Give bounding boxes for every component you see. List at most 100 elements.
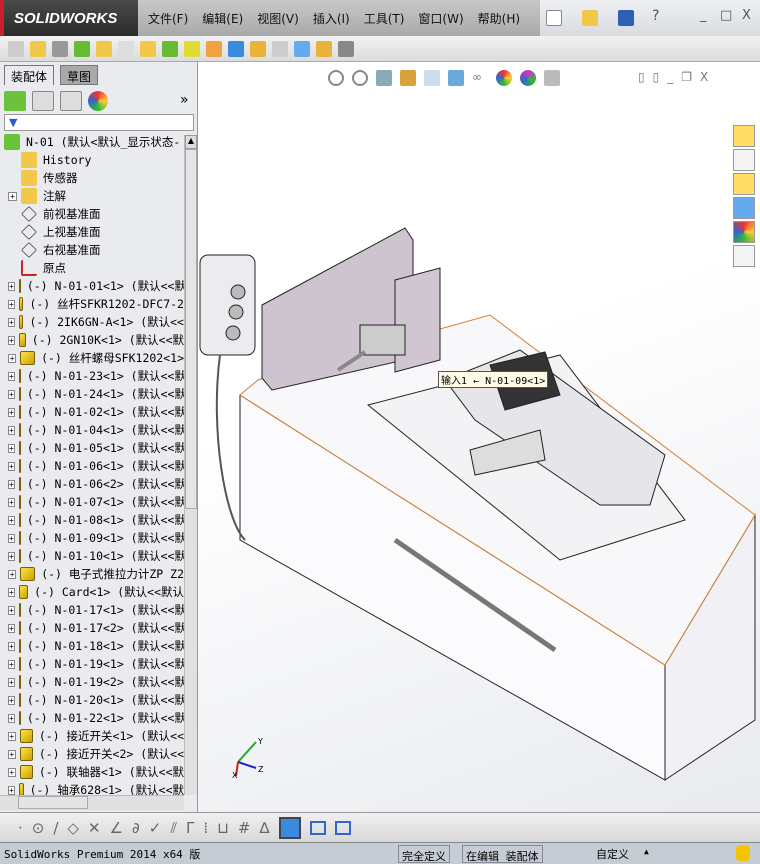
- polygon-icon[interactable]: ◇: [67, 819, 79, 837]
- trim-icon[interactable]: ✕: [88, 819, 101, 837]
- expand-icon[interactable]: +: [8, 587, 15, 597]
- units-arrow-icon[interactable]: ▲: [644, 847, 649, 856]
- tree-item[interactable]: + (-) 2IK6GN-A<1> (默认<<: [0, 313, 184, 331]
- expand-icon[interactable]: +: [8, 443, 15, 453]
- close-button[interactable]: X: [742, 8, 751, 23]
- tree-item[interactable]: + (-) N-01-05<1> (默认<<默: [0, 439, 184, 457]
- tree-item[interactable]: + (-) Card<1> (默认<<默认: [0, 583, 184, 601]
- expand-icon[interactable]: +: [8, 569, 17, 579]
- feature-manager-icon[interactable]: [4, 91, 26, 111]
- 3d-view-icon[interactable]: [278, 816, 301, 839]
- minimize-button[interactable]: _: [700, 8, 707, 23]
- expand-icon[interactable]: +: [8, 641, 15, 651]
- open-file-icon[interactable]: [582, 10, 598, 26]
- expand-icon[interactable]: +: [8, 407, 15, 417]
- toolbar-tool-icon[interactable]: [96, 40, 112, 57]
- menu-item[interactable]: 编辑(E): [202, 10, 243, 27]
- tree-item[interactable]: + (-) N-01-07<1> (默认<<默: [0, 493, 184, 511]
- dimension-icon[interactable]: ⊔: [217, 819, 229, 837]
- expand-icon[interactable]: +: [8, 749, 16, 759]
- tree-item[interactable]: + (-) 联轴器<1> (默认<<默: [0, 763, 184, 781]
- tree-item[interactable]: + (-) 丝杆螺母SFK1202<1>: [0, 349, 184, 367]
- construction-icon[interactable]: ⁞: [203, 819, 208, 837]
- tree-item[interactable]: 右视基准面: [0, 241, 184, 259]
- help-icon[interactable]: ?: [652, 8, 659, 24]
- four-view-icon[interactable]: [334, 820, 351, 835]
- tree-item[interactable]: + (-) N-01-04<1> (默认<<默: [0, 421, 184, 439]
- mirror-icon[interactable]: ✓: [149, 819, 162, 837]
- single-view-icon[interactable]: [309, 820, 326, 835]
- tree-horizontal-scrollbar[interactable]: [0, 795, 184, 810]
- tree-item[interactable]: 前视基准面: [0, 205, 184, 223]
- home-icon[interactable]: [733, 125, 755, 147]
- tree-item[interactable]: + (-) N-01-19<2> (默认<<默: [0, 673, 184, 691]
- tree-item[interactable]: 原点: [0, 259, 184, 277]
- extend-icon[interactable]: ∠: [110, 819, 123, 837]
- tree-item[interactable]: + (-) 电子式推拉力计ZP Z2: [0, 565, 184, 583]
- expand-icon[interactable]: +: [8, 389, 15, 399]
- toolbar-tool-icon[interactable]: [316, 40, 332, 57]
- tag-icon[interactable]: [736, 845, 750, 861]
- expand-icon[interactable]: +: [8, 479, 15, 489]
- tree-item[interactable]: + (-) N-01-24<1> (默认<<默: [0, 385, 184, 403]
- angle-icon[interactable]: ∆: [259, 819, 269, 837]
- menu-item[interactable]: 帮助(H): [478, 10, 520, 27]
- tree-item[interactable]: + 注解: [0, 187, 184, 205]
- save-icon[interactable]: [618, 10, 634, 26]
- tree-item[interactable]: + (-) N-01-06<1> (默认<<默: [0, 457, 184, 475]
- expand-icon[interactable]: +: [8, 695, 15, 705]
- solidworks-logo[interactable]: SOLIDWORKS: [0, 0, 138, 36]
- menu-item[interactable]: 工具(T): [364, 10, 405, 27]
- expand-icon[interactable]: +: [8, 785, 15, 795]
- toolbar-tool-icon[interactable]: [8, 40, 24, 57]
- tree-item[interactable]: + (-) N-01-17<2> (默认<<默: [0, 619, 184, 637]
- corner-icon[interactable]: Γ: [186, 819, 194, 837]
- expand-icon[interactable]: +: [8, 623, 15, 633]
- tree-item[interactable]: + (-) 轴承628<1> (默认<<默: [0, 781, 184, 795]
- menu-item[interactable]: 窗口(W): [418, 10, 463, 27]
- toolbar-tool-icon[interactable]: [272, 40, 288, 57]
- tree-item[interactable]: + (-) N-01-08<1> (默认<<默: [0, 511, 184, 529]
- expand-icon[interactable]: +: [8, 659, 15, 669]
- tree-item[interactable]: + (-) N-01-20<1> (默认<<默: [0, 691, 184, 709]
- expand-icon[interactable]: +: [8, 497, 15, 507]
- tree-item[interactable]: + (-) N-01-10<1> (默认<<默: [0, 547, 184, 565]
- toolbar-tool-icon[interactable]: [206, 40, 222, 57]
- tree-item[interactable]: + (-) N-01-19<1> (默认<<默: [0, 655, 184, 673]
- tree-item[interactable]: + (-) N-01-18<1> (默认<<默: [0, 637, 184, 655]
- tree-item[interactable]: + (-) N-01-23<1> (默认<<默: [0, 367, 184, 385]
- offset-icon[interactable]: ∂: [132, 819, 140, 837]
- parallel-icon[interactable]: ⫽: [170, 819, 177, 837]
- toolbar-tool-icon[interactable]: [74, 40, 90, 57]
- tree-item[interactable]: 上视基准面: [0, 223, 184, 241]
- design-library-icon[interactable]: [733, 149, 755, 171]
- expand-panel-button[interactable]: »: [180, 92, 189, 108]
- graphics-viewport[interactable]: ∞ ▯ ▯ _ ❐ X 输入1 ← N-01-09<1> Y Z X: [198, 62, 760, 812]
- tree-item[interactable]: + (-) N-01-17<1> (默认<<默: [0, 601, 184, 619]
- toolbar-tool-icon[interactable]: [338, 40, 354, 57]
- expand-icon[interactable]: +: [8, 371, 15, 381]
- custom-properties-icon[interactable]: [733, 245, 755, 267]
- tree-item[interactable]: + (-) N-01-02<1> (默认<<默: [0, 403, 184, 421]
- toolbar-tool-icon[interactable]: [294, 40, 310, 57]
- display-manager-icon[interactable]: [88, 91, 108, 111]
- expand-icon[interactable]: +: [8, 335, 15, 345]
- tree-item[interactable]: + (-) 丝杆SFKR1202-DFC7-2: [0, 295, 184, 313]
- configuration-manager-icon[interactable]: [60, 91, 82, 111]
- toolbar-tool-icon[interactable]: [250, 40, 266, 57]
- expand-icon[interactable]: +: [8, 425, 15, 435]
- tree-item[interactable]: + (-) 接近开关<1> (默认<<: [0, 727, 184, 745]
- expand-icon[interactable]: +: [8, 461, 15, 471]
- toolbar-tool-icon[interactable]: [52, 40, 68, 57]
- tree-item[interactable]: + (-) N-01-06<2> (默认<<默: [0, 475, 184, 493]
- toolbar-tool-icon[interactable]: [162, 40, 178, 57]
- tree-item[interactable]: 传感器: [0, 169, 184, 187]
- restore-button[interactable]: □: [720, 8, 732, 23]
- view-palette-icon[interactable]: [733, 197, 755, 219]
- tree-item[interactable]: History: [0, 151, 184, 169]
- expand-icon[interactable]: +: [8, 299, 15, 309]
- tree-item[interactable]: + (-) N-01-01<1> (默认<<默: [0, 277, 184, 295]
- new-file-icon[interactable]: [546, 10, 562, 26]
- expand-icon[interactable]: +: [8, 767, 16, 777]
- menu-item[interactable]: 插入(I): [313, 10, 350, 27]
